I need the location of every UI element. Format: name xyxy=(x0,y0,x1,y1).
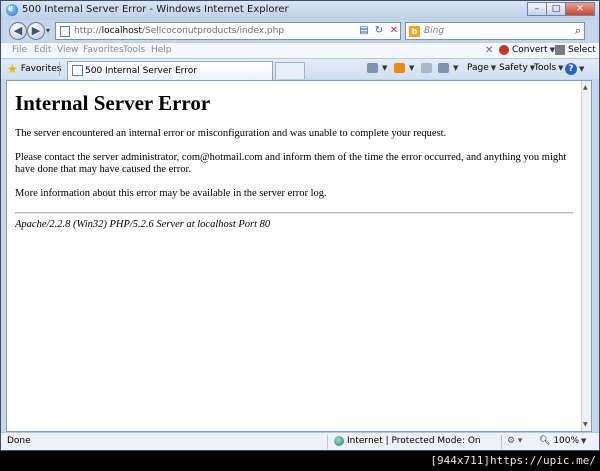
feeds-button[interactable]: ▼ xyxy=(394,63,414,73)
select-icon xyxy=(555,45,565,55)
title-bar[interactable]: 500 Internal Server Error - Windows Inte… xyxy=(1,1,599,20)
status-divider xyxy=(501,435,502,449)
watermark-strip: [944x711]https://upic.me/ xyxy=(0,451,600,471)
server-signature: Apache/2.2.8 (Win32) PHP/5.2.6 Server at… xyxy=(15,219,271,230)
tab-label: 500 Internal Server Error xyxy=(85,66,197,76)
home-icon xyxy=(367,63,378,73)
menu-help[interactable]: Help xyxy=(151,45,172,55)
search-box[interactable]: b Bing ⌕ xyxy=(405,22,585,40)
star-icon: ★ xyxy=(7,62,18,76)
status-text: Done xyxy=(7,436,31,446)
zoom-control[interactable]: 🔍︎ 100% ▼ xyxy=(539,436,586,446)
error-page: Internal Server Error The server encount… xyxy=(7,81,581,230)
tools-menu[interactable]: Tools ▼ xyxy=(534,63,564,73)
ie-logo-icon xyxy=(6,2,18,16)
menu-view[interactable]: View xyxy=(57,45,78,55)
refresh-icon[interactable]: ↻ xyxy=(372,24,386,38)
page-icon xyxy=(60,26,70,37)
scroll-down-icon[interactable]: ▼ xyxy=(583,421,588,428)
search-placeholder: Bing xyxy=(424,26,445,36)
close-toolbar-icon[interactable]: ✕ xyxy=(485,45,493,56)
minimize-button[interactable]: – xyxy=(527,2,547,16)
browser-window: 500 Internal Server Error - Windows Inte… xyxy=(0,0,600,451)
safety-menu[interactable]: Safety ▼ xyxy=(499,63,535,73)
scroll-up-icon[interactable]: ▲ xyxy=(583,84,588,91)
back-button[interactable]: ◀ xyxy=(9,22,27,40)
add-favorite-separator xyxy=(59,62,65,76)
convert-button[interactable]: Convert ▼ xyxy=(499,45,555,55)
status-divider xyxy=(327,435,328,449)
url-text[interactable]: http://localhost/Sellcoconutproducts/ind… xyxy=(74,26,284,36)
maximize-button[interactable]: □ xyxy=(546,2,566,16)
close-button[interactable]: ✕ xyxy=(565,2,595,16)
watermark-text: [944x711]https://upic.me/ xyxy=(430,454,596,467)
contact-message: Please contact the server administrator,… xyxy=(15,152,567,175)
help-icon: ? xyxy=(565,63,577,75)
globe-icon xyxy=(334,436,344,446)
security-zone[interactable]: Internet | Protected Mode: On xyxy=(334,436,481,446)
home-button[interactable]: ▼ xyxy=(367,63,387,73)
error-message: The server encountered an internal error… xyxy=(15,128,447,139)
menu-file[interactable]: File xyxy=(12,45,27,55)
log-message: More information about this error may be… xyxy=(15,188,327,199)
menu-tools[interactable]: Tools xyxy=(123,45,145,55)
read-mail-button[interactable] xyxy=(421,63,434,73)
mail-icon xyxy=(421,63,432,73)
divider xyxy=(15,212,573,214)
tab-active[interactable]: 500 Internal Server Error xyxy=(67,61,273,80)
stop-icon[interactable]: ✕ xyxy=(387,24,401,38)
recent-pages-dropdown[interactable]: ▾ xyxy=(46,26,50,35)
page-menu[interactable]: Page ▼ xyxy=(467,63,496,73)
print-button[interactable]: ▼ xyxy=(438,63,458,73)
vertical-scrollbar[interactable]: ▲ ▼ xyxy=(581,81,591,431)
pdf-convert-icon xyxy=(499,45,509,55)
page-title: Internal Server Error xyxy=(15,91,211,115)
forward-button[interactable]: ▶ xyxy=(27,22,45,40)
protected-mode-icon[interactable]: ⚙ ▾ xyxy=(507,436,522,446)
menu-edit[interactable]: Edit xyxy=(34,45,51,55)
tab-row: ★ Favorites 500 Internal Server Error ▼ ▼… xyxy=(1,58,599,80)
menu-favorites[interactable]: Favorites xyxy=(83,45,124,55)
zoom-icon: 🔍︎ xyxy=(539,436,551,446)
bing-icon: b xyxy=(409,26,420,37)
rss-icon xyxy=(394,63,405,73)
new-tab-button[interactable] xyxy=(275,62,305,79)
address-row: ◀ ▶ ▾ http://localhost/Sellcoconutproduc… xyxy=(1,20,599,42)
page-icon xyxy=(72,65,83,76)
status-bar: Done Internet | Protected Mode: On ⚙ ▾ 🔍… xyxy=(1,432,599,450)
favorites-button[interactable]: ★ Favorites xyxy=(7,62,61,76)
address-bar[interactable]: http://localhost/Sellcoconutproducts/ind… xyxy=(55,22,401,40)
page-content[interactable]: Internal Server Error The server encount… xyxy=(6,80,592,432)
menu-bar: File Edit View Favorites Tools Help ✕ Co… xyxy=(1,42,599,58)
compatibility-view-icon[interactable]: ▤ xyxy=(357,24,371,38)
window-title: 500 Internal Server Error - Windows Inte… xyxy=(22,4,289,15)
printer-icon xyxy=(438,63,449,73)
help-menu[interactable]: ? ▼ xyxy=(565,63,584,75)
search-icon[interactable]: ⌕ xyxy=(575,24,581,38)
select-button[interactable]: Select xyxy=(555,45,596,55)
